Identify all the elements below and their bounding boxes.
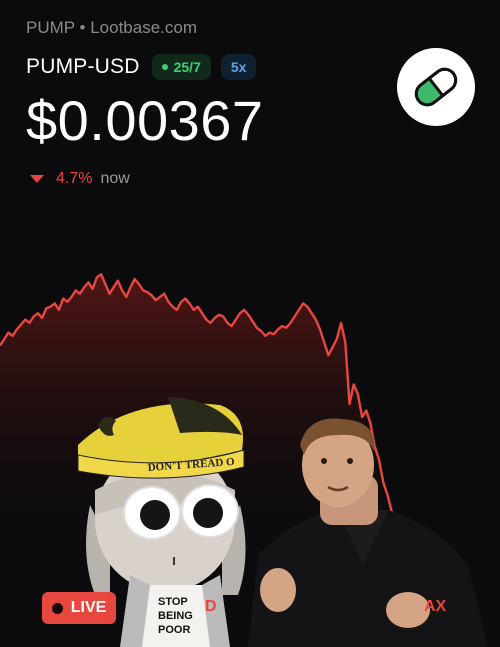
status-dot-icon [161, 64, 168, 70]
pair-symbol: PUMP-USD [26, 55, 140, 78]
live-button[interactable]: LIVE [42, 592, 116, 624]
range-option-d[interactable]: D [205, 598, 217, 616]
change-percent: 4.7% [56, 170, 93, 187]
range-option-max[interactable]: AX [424, 598, 446, 616]
svg-text:BEING: BEING [158, 610, 193, 622]
live-label: LIVE [70, 599, 107, 616]
record-dot-icon [51, 602, 63, 614]
pill-button[interactable] [397, 48, 475, 126]
price-value: $0.00367 [26, 89, 264, 152]
down-triangle-icon [30, 175, 44, 183]
pair-row: PUMP-USD 25/7 5x [26, 54, 257, 80]
svg-text:STOP: STOP [158, 596, 188, 608]
trading-hours-badge: 25/7 [151, 54, 211, 80]
trading-hours-text: 25/7 [173, 59, 201, 75]
leverage-badge[interactable]: 5x [220, 54, 257, 80]
source-label: PUMP • Lootbase.com [26, 18, 197, 37]
price-change: 4.7% now [30, 170, 130, 188]
streamer-video [248, 418, 488, 647]
pill-icon [414, 67, 458, 107]
change-period: now [100, 170, 130, 187]
svg-text:POOR: POOR [158, 624, 190, 636]
